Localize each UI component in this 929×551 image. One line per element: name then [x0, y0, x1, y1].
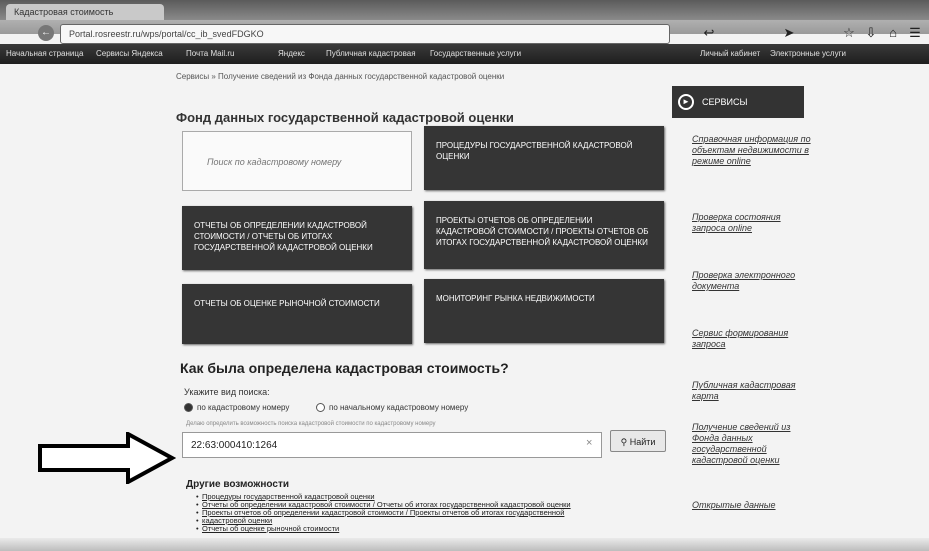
cadastral-search-tile[interactable] — [182, 131, 437, 191]
radio-label: по начальному кадастровому номеру — [329, 403, 469, 412]
other-options-title: Другие возможности — [186, 479, 289, 490]
bookmark-item[interactable]: Электронные услуги — [770, 47, 846, 61]
radio-by-number[interactable]: по кадастровому номеру — [184, 403, 290, 413]
breadcrumb[interactable]: Сервисы » Получение сведений из Фонда да… — [176, 72, 656, 84]
browser-tab[interactable]: Кадастровая стоимость — [6, 4, 164, 20]
radio-unchecked-icon[interactable] — [316, 403, 325, 413]
radio-label: по кадастровому номеру — [197, 403, 290, 412]
page-title: Фонд данных государственной кадастровой … — [176, 110, 514, 125]
address-bar[interactable]: Portal.rosreestr.ru/wps/portal/cc_ib_sve… — [60, 24, 670, 44]
tile-market-monitoring[interactable]: Мониторинг рынка недвижимости — [424, 279, 664, 343]
bookmark-item[interactable]: Яндекс — [278, 47, 305, 61]
find-button-label: Найти — [629, 437, 656, 447]
star-icon[interactable]: ☆ — [840, 24, 858, 42]
cadastral-search-input[interactable] — [183, 150, 437, 174]
section-title: Как была определена кадастровая стоимост… — [180, 360, 509, 376]
radio-by-initial-number[interactable]: по начальному кадастровому номеру — [316, 403, 469, 413]
list-item[interactable]: Отчеты об оценке рыночной стоимости — [196, 525, 666, 533]
bookmark-item[interactable]: Сервисы Яндекса — [96, 47, 163, 61]
list-item[interactable]: кадастровой оценки — [196, 517, 666, 525]
sidebar-link-reference-info[interactable]: Справочная информация по объектам недвиж… — [692, 134, 812, 167]
list-item[interactable]: Отчеты об определении кадастровой стоимо… — [196, 501, 666, 509]
pointer-arrow-icon — [38, 432, 176, 484]
tile-draft-reports[interactable]: Проекты отчетов об определении кадастров… — [424, 201, 664, 269]
menu-icon[interactable]: ☰ — [906, 24, 924, 42]
bookmark-item[interactable]: Начальная страница — [6, 47, 83, 61]
search-type-label: Укажите вид поиска: — [184, 387, 270, 397]
find-button[interactable]: ⚲ Найти — [610, 430, 666, 452]
cadastral-number-input[interactable] — [182, 432, 602, 458]
sidebar-link-public-map[interactable]: Публичная кадастровая карта — [692, 380, 812, 402]
services-label: СЕРВИСЫ — [702, 97, 748, 107]
download-icon[interactable]: ⇩ — [862, 24, 880, 42]
forward-icon[interactable]: ➤ — [780, 24, 798, 42]
bookmark-item[interactable]: Почта Mail.ru — [186, 47, 234, 61]
bookmark-item[interactable]: Личный кабинет — [700, 47, 760, 61]
tile-reports[interactable]: Отчеты об определении кадастровой стоимо… — [182, 206, 412, 270]
back-icon[interactable]: ↩ — [700, 24, 718, 42]
tab-strip: Кадастровая стоимость — [0, 0, 929, 20]
sidebar-link-open-data[interactable]: Открытые данные — [692, 500, 812, 511]
back-icon[interactable]: ← — [38, 25, 54, 41]
scan-edge — [0, 538, 929, 551]
sidebar-link-fdgko[interactable]: Получение сведений из Фонда данных госуд… — [692, 422, 812, 466]
tile-market-value[interactable]: Отчеты об оценке рыночной стоимости — [182, 284, 412, 344]
tile-procedures[interactable]: Процедуры государственной кадастровой оц… — [424, 126, 664, 190]
list-item[interactable]: Процедуры государственной кадастровой оц… — [196, 493, 666, 501]
other-options-list: Процедуры государственной кадастровой оц… — [196, 493, 666, 533]
bookmark-item[interactable]: Публичная кадастровая — [326, 47, 416, 61]
clear-icon[interactable]: × — [586, 437, 592, 449]
bookmark-item[interactable]: Государственные услуги — [430, 47, 521, 61]
sidebar-link-request-status[interactable]: Проверка состояния запроса online — [692, 212, 812, 234]
search-icon: ⚲ — [620, 437, 628, 447]
sidebar-link-request-form[interactable]: Сервис формирования запроса — [692, 328, 812, 350]
sidebar-link-document-check[interactable]: Проверка электронного документа — [692, 270, 812, 292]
radio-checked-icon[interactable] — [184, 403, 193, 413]
search-hint: Делаю определить возможность поиска када… — [186, 421, 436, 427]
services-header: ► СЕРВИСЫ — [672, 86, 804, 118]
list-item[interactable]: Проекты отчетов об определении кадастров… — [196, 509, 666, 517]
bookmarks-bar: Начальная страница Сервисы Яндекса Почта… — [0, 44, 929, 64]
home-icon[interactable]: ⌂ — [884, 24, 902, 42]
services-icon: ► — [678, 94, 694, 110]
